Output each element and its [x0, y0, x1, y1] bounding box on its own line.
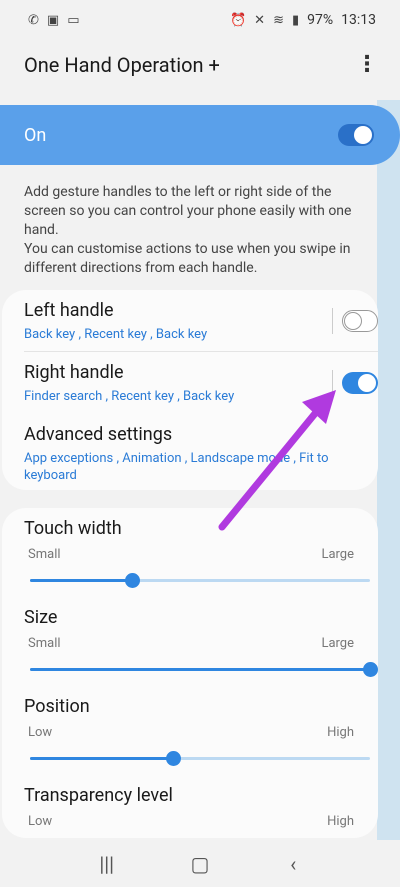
row-divider-vertical [332, 308, 333, 334]
left-handle-toggle[interactable] [342, 310, 378, 332]
right-handle-actions: Finder search , Recent key , Back key [24, 389, 235, 404]
description-line-1: Add gesture handles to the left or right… [24, 184, 352, 238]
wifi-icon: ≋ [273, 12, 284, 28]
toggle-knob [354, 126, 372, 144]
size-min-label: Small [28, 636, 61, 651]
size-title: Size [24, 607, 58, 628]
divider [24, 351, 378, 352]
toggle-knob [344, 311, 362, 330]
clock: 13:13 [341, 12, 376, 28]
size-setting: Size Small Large [2, 607, 378, 651]
touch-width-slider[interactable] [30, 573, 370, 588]
page-title: One Hand Operation + [24, 53, 220, 77]
back-icon[interactable]: ‹ [273, 852, 313, 876]
advanced-settings-title: Advanced settings [24, 424, 173, 445]
transparency-min-label: Low [28, 814, 53, 829]
size-max-label: Large [321, 636, 354, 651]
image-icon: ▣ [46, 12, 60, 28]
position-title: Position [24, 696, 90, 717]
master-switch-bar[interactable]: On [0, 105, 400, 165]
description-line-2: You can customise actions to use when yo… [24, 241, 351, 276]
slider-thumb[interactable] [363, 662, 378, 677]
touch-width-max-label: Large [321, 547, 354, 562]
handles-card: Left handle Back key , Recent key , Back… [2, 290, 378, 490]
transparency-max-label: High [327, 814, 354, 829]
description: Add gesture handles to the left or right… [24, 183, 374, 278]
row-divider-vertical [332, 370, 333, 396]
sliders-card: Touch width Small Large Size Small Large… [2, 508, 378, 838]
touch-width-title: Touch width [24, 518, 122, 539]
scrollbar[interactable] [377, 100, 400, 840]
slider-thumb[interactable] [125, 573, 140, 588]
transparency-setting: Transparency level Low High [2, 785, 378, 829]
position-max-label: High [327, 725, 354, 740]
right-handle-toggle[interactable] [342, 372, 378, 394]
slider-fill [30, 757, 173, 760]
left-handle-actions: Back key , Recent key , Back key [24, 327, 208, 342]
advanced-settings-actions: App exceptions , Animation , Landscape m… [24, 451, 329, 483]
toggle-knob [358, 374, 376, 392]
advanced-settings-row[interactable]: Advanced settings App exceptions , Anima… [2, 424, 378, 484]
slider-fill [30, 668, 370, 671]
home-icon[interactable]: ▢ [180, 852, 220, 876]
signal-icon: ▮ [291, 12, 300, 28]
alarm-icon: ⏰ [229, 12, 247, 28]
status-left-icons: ✆ ▣ ▭ [28, 13, 80, 28]
battery-level: 97% [307, 12, 334, 28]
whatsapp-icon: ✆ [28, 12, 39, 28]
laptop-icon: ▭ [67, 12, 80, 28]
master-toggle[interactable] [338, 124, 374, 146]
right-handle-row[interactable]: Right handle Finder search , Recent key … [2, 362, 378, 405]
more-options-icon[interactable]: ⋮ [356, 54, 378, 76]
app-header: One Hand Operation + ⋮ [0, 40, 400, 90]
recents-icon[interactable]: ||| [87, 852, 127, 876]
position-setting: Position Low High [2, 696, 378, 740]
mute-icon: ✕ [254, 12, 266, 28]
left-handle-title: Left handle [24, 300, 114, 321]
slider-thumb[interactable] [165, 751, 181, 766]
touch-width-setting: Touch width Small Large [2, 518, 378, 562]
size-slider[interactable] [30, 662, 378, 677]
right-handle-title: Right handle [24, 362, 124, 383]
left-handle-row[interactable]: Left handle Back key , Recent key , Back… [2, 300, 378, 343]
touch-width-min-label: Small [28, 547, 61, 562]
position-slider[interactable] [30, 751, 370, 766]
transparency-title: Transparency level [24, 785, 173, 806]
system-nav-bar: ||| ▢ ‹ [0, 840, 400, 887]
master-switch-label: On [24, 124, 47, 146]
position-min-label: Low [28, 725, 53, 740]
slider-fill [30, 579, 132, 582]
status-bar: ✆ ▣ ▭ ⏰ ✕ ≋ ▮ 97% 13:13 [0, 0, 400, 40]
status-right-icons: ⏰ ✕ ≋ ▮ 97% 13:13 [230, 12, 376, 28]
